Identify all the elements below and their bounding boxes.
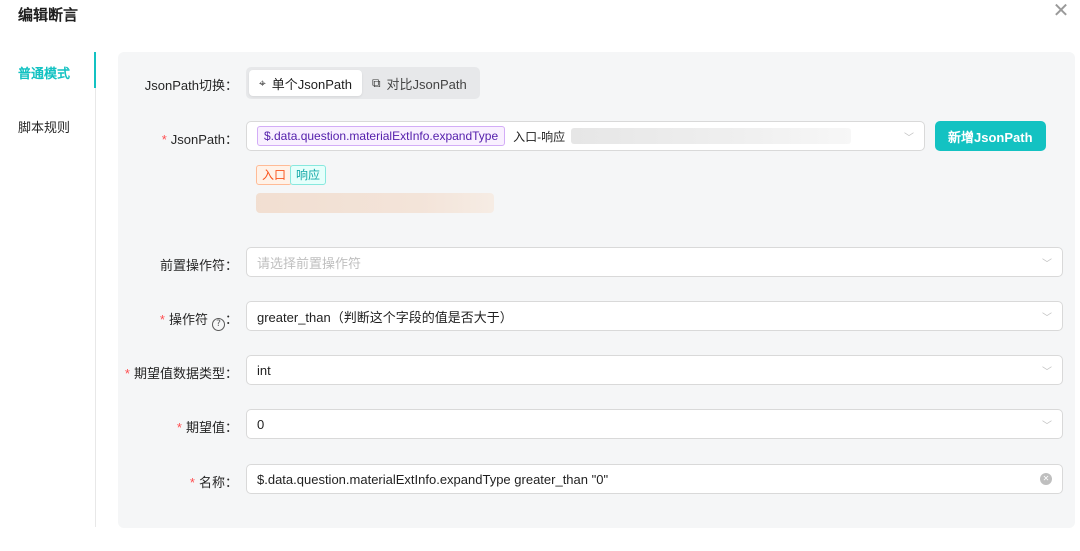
add-jsonpath-button[interactable]: 新增JsonPath xyxy=(935,121,1046,151)
question-icon[interactable]: ? xyxy=(211,318,225,331)
expected-value-select[interactable]: 0 ﹀ xyxy=(246,409,1063,439)
tag-entry: 入口 xyxy=(256,165,293,185)
chevron-down-icon: ﹀ xyxy=(1042,421,1052,432)
expected-value-label: * 期望值： xyxy=(176,420,238,435)
chevron-down-icon: ﹀ xyxy=(1042,367,1052,378)
nav-item-script-rules[interactable]: 脚本规则 xyxy=(18,117,70,136)
nav-active-indicator xyxy=(94,52,96,88)
compare-icon: ⧉ xyxy=(371,75,381,90)
name-label: * 名称： xyxy=(189,475,238,490)
mode-switch-label: JsonPath切换： xyxy=(144,78,238,93)
operator-label: * 操作符?： xyxy=(159,312,238,331)
seg-compare-jsonpath[interactable]: ⧉ 对比JsonPath xyxy=(362,70,477,96)
close-icon[interactable]: ✕ xyxy=(1050,0,1072,22)
form-panel: JsonPath切换： ⌖ 单个JsonPath ⧉ 对比JsonPath * J… xyxy=(118,52,1075,528)
jsonpath-label: * JsonPath： xyxy=(161,132,238,147)
expected-type-select[interactable]: int ﹀ xyxy=(246,355,1063,385)
chevron-down-icon: ﹀ xyxy=(1042,259,1052,270)
clear-icon[interactable]: ✕ xyxy=(1040,473,1052,485)
dialog-title: 编辑断言 xyxy=(18,7,79,24)
chevron-down-icon: ﹀ xyxy=(1042,313,1052,324)
redacted-path-preview xyxy=(256,193,494,213)
tag-response: 响应 xyxy=(290,165,327,185)
seg-single-jsonpath[interactable]: ⌖ 单个JsonPath xyxy=(249,70,362,96)
jsonpath-select[interactable]: $.data.question.materialExtInfo.expandTy… xyxy=(246,121,925,151)
redacted-path-detail xyxy=(571,128,852,144)
operator-select[interactable]: greater_than（判断这个字段的值是否大于） ﹀ xyxy=(246,301,1063,331)
pre-operator-select[interactable]: 请选择前置操作符 ﹀ xyxy=(246,247,1063,277)
expected-type-label: * 期望值数据类型： xyxy=(124,366,238,381)
crosshair-icon: ⌖ xyxy=(259,75,266,90)
nav-item-normal-mode[interactable]: 普通模式 xyxy=(18,63,70,82)
name-input[interactable]: $.data.question.materialExtInfo.expandTy… xyxy=(246,464,1063,494)
side-nav: 普通模式 脚本规则 xyxy=(0,52,96,527)
jsonpath-value-tag[interactable]: $.data.question.materialExtInfo.expandTy… xyxy=(257,126,506,146)
jsonpath-source-text: 入口-响应 xyxy=(513,129,566,144)
mode-switch-segmented: ⌖ 单个JsonPath ⧉ 对比JsonPath xyxy=(246,67,480,99)
pre-operator-label: 前置操作符： xyxy=(159,258,238,273)
chevron-down-icon: ﹀ xyxy=(904,133,914,144)
